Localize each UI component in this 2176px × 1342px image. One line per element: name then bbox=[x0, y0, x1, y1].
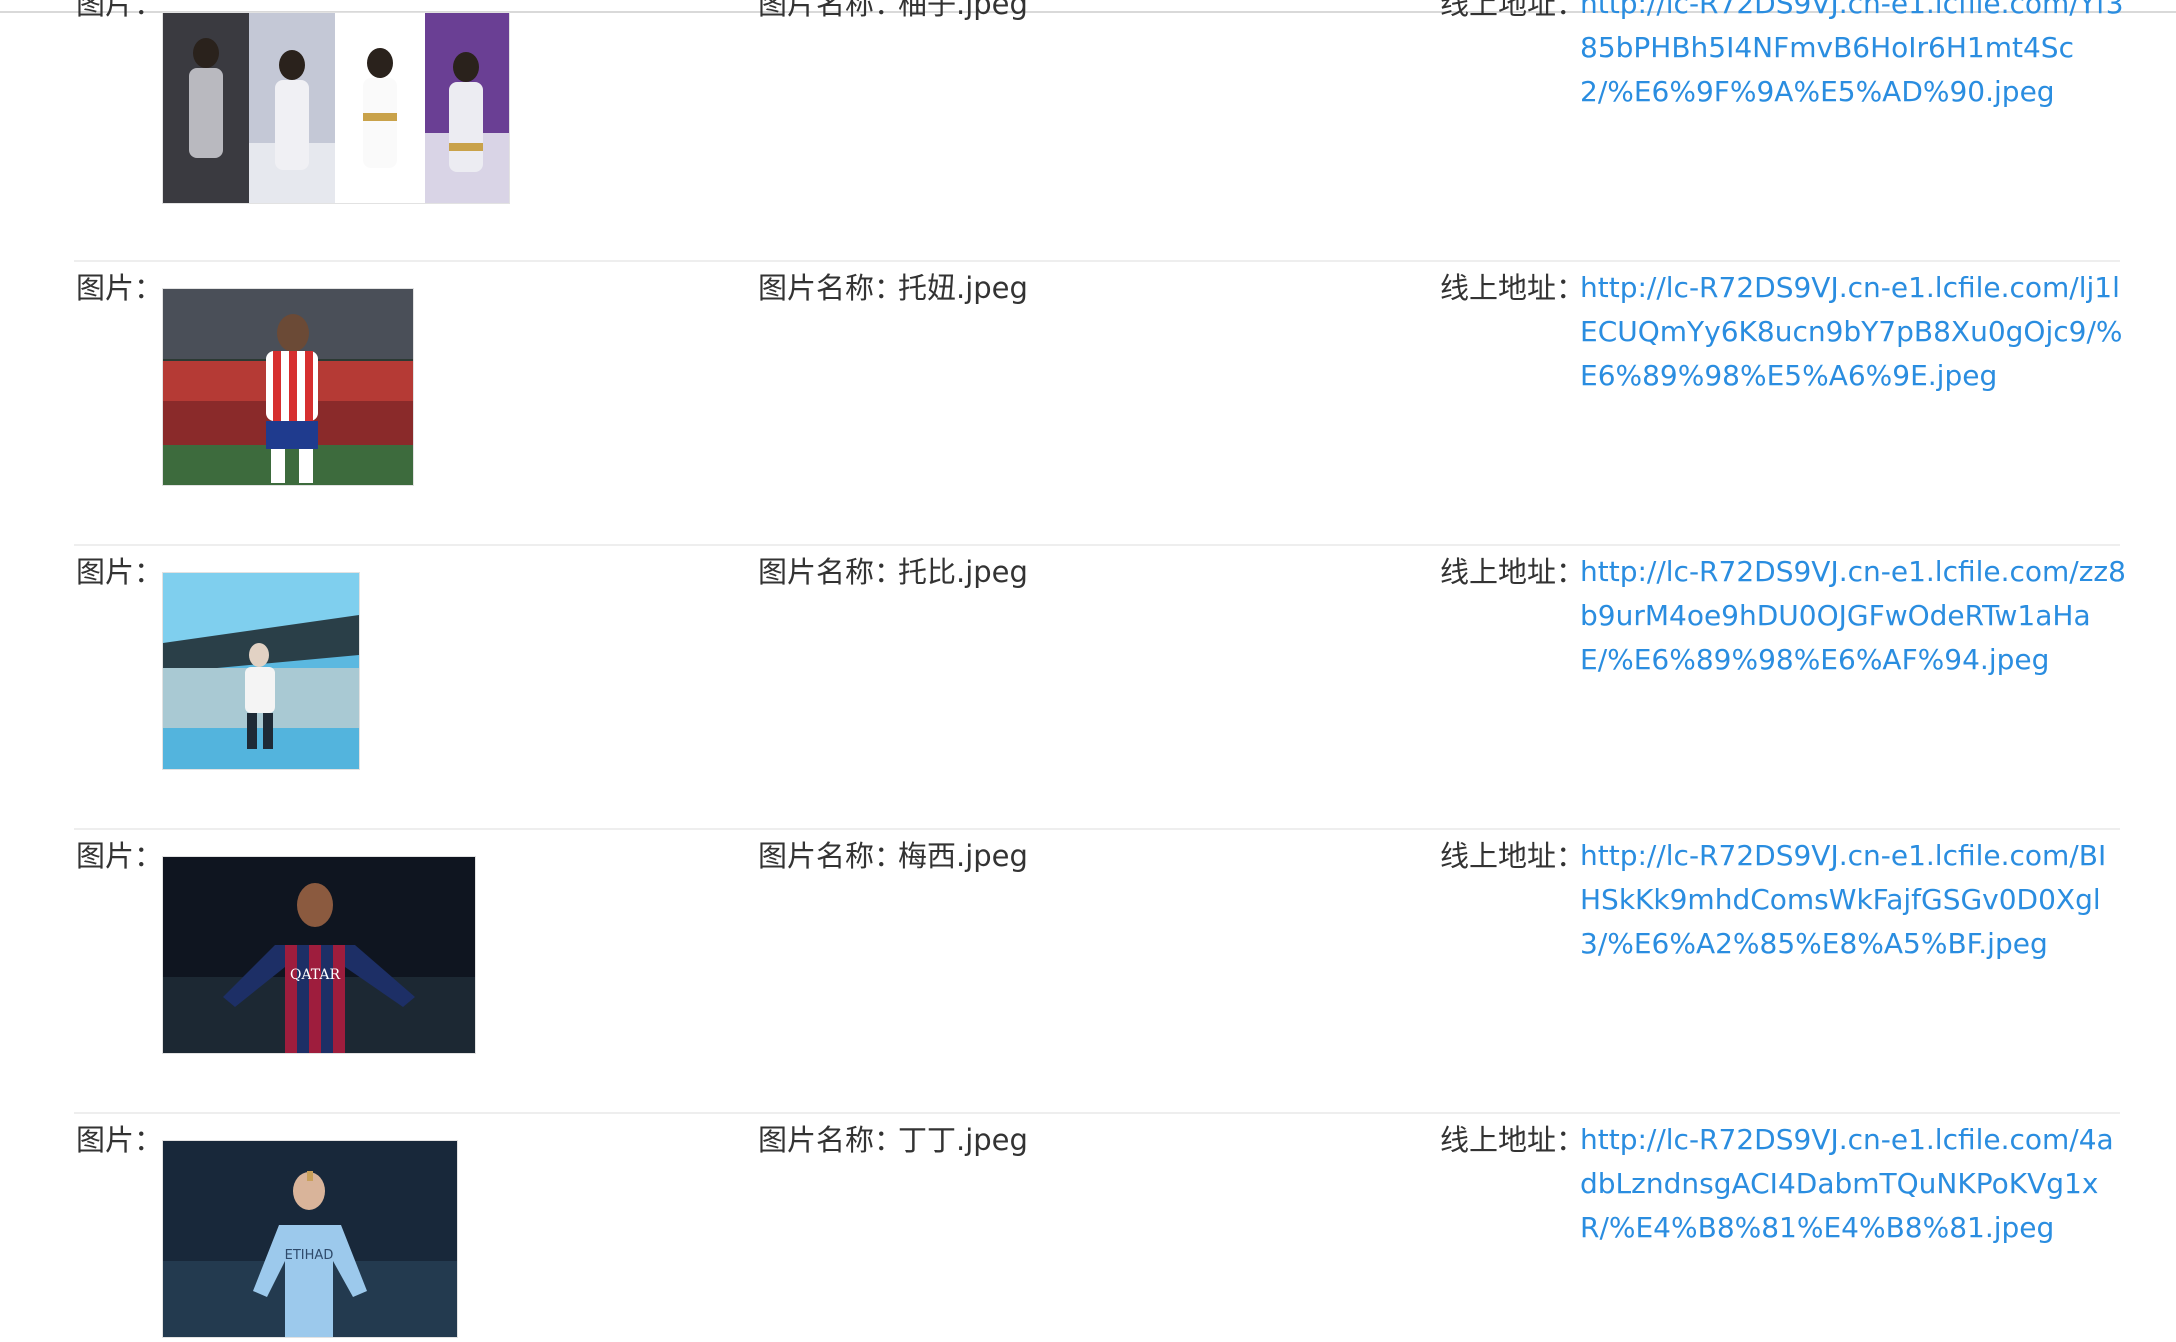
online-url-link[interactable]: http://lc-R72DS9VJ.cn-e1.lcfile.com/Yf38… bbox=[1580, 0, 2126, 114]
svg-text:ETIHAD: ETIHAD bbox=[285, 1248, 334, 1263]
image-label: 图片： bbox=[76, 0, 164, 21]
image-thumbnail[interactable] bbox=[162, 12, 510, 204]
online-url-label: 线上地址： bbox=[1440, 271, 1586, 305]
image-label: 图片： bbox=[76, 839, 164, 873]
image-thumbnail[interactable]: ETIHAD bbox=[162, 1140, 458, 1338]
online-url-link[interactable]: http://lc-R72DS9VJ.cn-e1.lcfile.com/zz8b… bbox=[1580, 550, 2126, 682]
online-url-label: 线上地址： bbox=[1440, 555, 1586, 589]
image-thumbnail[interactable] bbox=[162, 288, 414, 486]
image-name-label: 图片名称： bbox=[758, 1123, 904, 1157]
image-label: 图片： bbox=[76, 271, 164, 305]
list-item: 图片： 图片名称： 柚子.jpeg 线上地址： http://lc-R72DS9… bbox=[74, 0, 2124, 262]
image-name-value: 梅西.jpeg bbox=[898, 839, 1028, 873]
image-name-value: 托妞.jpeg bbox=[898, 271, 1028, 305]
online-url-link[interactable]: http://lc-R72DS9VJ.cn-e1.lcfile.com/BIHS… bbox=[1580, 834, 2126, 966]
image-name-value: 柚子.jpeg bbox=[898, 0, 1028, 21]
image-name-value: 丁丁.jpeg bbox=[898, 1123, 1028, 1157]
list-item: 图片： 图片名称： 托比.jpeg 线上地址： http://lc-R72DS9… bbox=[74, 546, 2126, 830]
list-item: 图片： QATAR 图片名称： 梅西.jpeg 线上地址： http://lc-… bbox=[74, 830, 2120, 1114]
online-url-label: 线上地址： bbox=[1440, 839, 1586, 873]
image-name-label: 图片名称： bbox=[758, 271, 904, 305]
svg-text:QATAR: QATAR bbox=[290, 967, 341, 983]
image-label: 图片： bbox=[76, 555, 164, 589]
image-name-value: 托比.jpeg bbox=[898, 555, 1028, 589]
online-url-label: 线上地址： bbox=[1440, 1123, 1586, 1157]
online-url-link[interactable]: http://lc-R72DS9VJ.cn-e1.lcfile.com/4adb… bbox=[1580, 1118, 2126, 1250]
image-name-label: 图片名称： bbox=[758, 0, 904, 21]
image-thumbnail[interactable]: QATAR bbox=[162, 856, 476, 1054]
image-name-label: 图片名称： bbox=[758, 555, 904, 589]
image-thumbnail[interactable] bbox=[162, 572, 360, 770]
list-item: 图片： 图片名称： 托妞.jpeg 线上地址： http://lc-R72DS9… bbox=[74, 262, 2123, 546]
online-url-label: 线上地址： bbox=[1440, 0, 1586, 21]
online-url-link[interactable]: http://lc-R72DS9VJ.cn-e1.lcfile.com/lj1l… bbox=[1580, 266, 2126, 398]
image-label: 图片： bbox=[76, 1123, 164, 1157]
list-item: 图片： ETIHAD 图片名称： 丁丁.jpeg 线上地址： http://lc… bbox=[74, 1114, 2120, 1342]
image-name-label: 图片名称： bbox=[758, 839, 904, 873]
